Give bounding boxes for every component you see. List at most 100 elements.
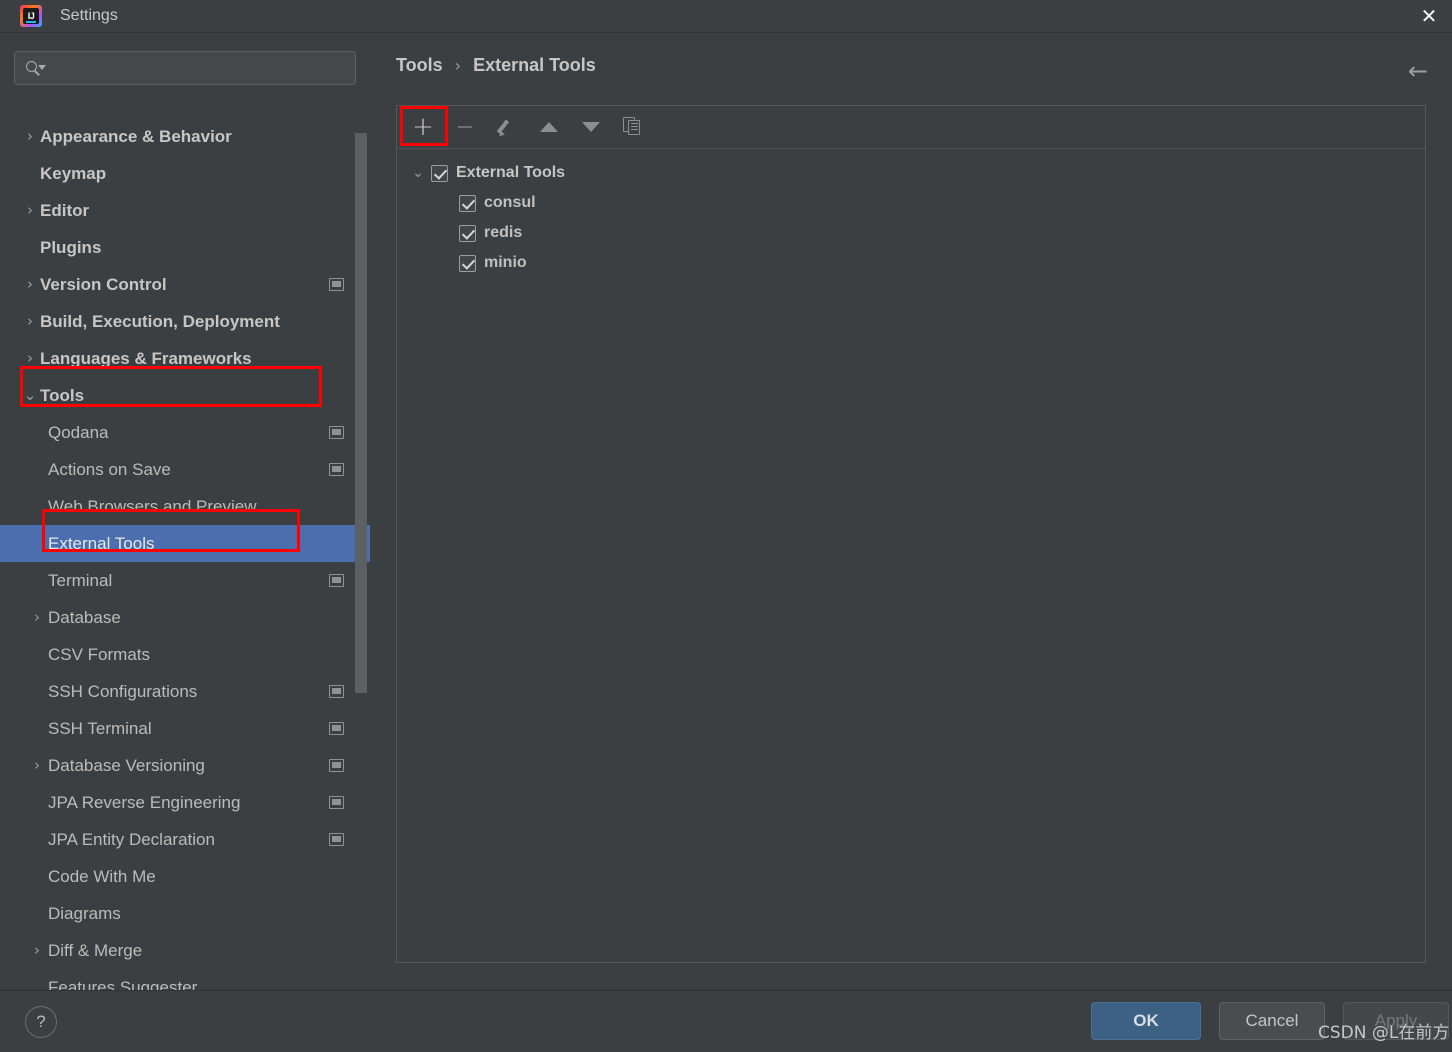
chevron-right-icon[interactable]: › (26, 758, 48, 773)
logo-underbar (26, 21, 36, 23)
sidebar-item-label: SSH Terminal (48, 718, 152, 738)
project-scope-icon (329, 796, 344, 809)
sidebar-item-external-tools[interactable]: External Tools (0, 525, 370, 562)
sidebar-item-appearance-behavior[interactable]: › Appearance & Behavior (0, 118, 370, 155)
dialog-footer: ? OK Cancel Apply (0, 990, 1452, 1052)
sidebar-item-label: Actions on Save (48, 459, 171, 479)
sidebar-item-label: Qodana (48, 422, 109, 442)
tools-tree-root[interactable]: ⌄ External Tools (405, 158, 1425, 188)
sidebar-item-version-control[interactable]: › Version Control (0, 266, 370, 303)
sidebar-item-ssh-configurations[interactable]: SSH Configurations (0, 673, 370, 710)
apply-button[interactable]: Apply (1343, 1002, 1449, 1040)
sidebar-item-database[interactable]: › Database (0, 599, 370, 636)
sidebar-item-editor[interactable]: › Editor (0, 192, 370, 229)
tools-tree-item[interactable]: consul (405, 188, 1425, 218)
sidebar-scrollbar-thumb[interactable] (355, 133, 367, 693)
tool-checkbox[interactable] (459, 224, 476, 242)
tool-label: consul (484, 194, 536, 211)
cancel-button[interactable]: Cancel (1219, 1002, 1325, 1040)
sidebar-item-label: Plugins (40, 237, 102, 257)
chevron-down-icon[interactable]: ⌄ (20, 388, 40, 403)
sidebar-item-label: Code With Me (48, 866, 156, 886)
tools-tree-item[interactable]: redis (405, 218, 1425, 248)
project-scope-icon (329, 278, 344, 291)
sidebar-item-web-browsers-and-preview[interactable]: Web Browsers and Preview (0, 488, 370, 525)
tool-checkbox[interactable] (459, 254, 476, 272)
sidebar-item-label: Diff & Merge (48, 940, 143, 960)
breadcrumb-current: External Tools (473, 55, 596, 75)
sidebar-item-diagrams[interactable]: Diagrams (0, 895, 370, 932)
copy-button[interactable] (615, 111, 651, 143)
tool-label: redis (484, 224, 523, 241)
sidebar-item-plugins[interactable]: Plugins (0, 229, 370, 266)
sidebar-item-code-with-me[interactable]: Code With Me (0, 858, 370, 895)
chevron-right-icon[interactable]: › (20, 129, 40, 144)
project-scope-icon (329, 426, 344, 439)
tools-tree-item[interactable]: minio (405, 248, 1425, 278)
search-area (0, 33, 370, 85)
project-scope-icon (329, 574, 344, 587)
chevron-right-icon[interactable]: › (20, 277, 40, 292)
sidebar-item-tools[interactable]: ⌄ Tools (0, 377, 370, 414)
tools-root-label: External Tools (456, 164, 566, 181)
move-up-button[interactable] (531, 111, 567, 143)
sidebar-item-csv-formats[interactable]: CSV Formats (0, 636, 370, 673)
tool-checkbox[interactable] (459, 194, 476, 212)
project-scope-icon (329, 685, 344, 698)
search-box[interactable] (14, 51, 356, 85)
chevron-right-icon[interactable]: › (26, 610, 48, 625)
chevron-right-icon[interactable]: › (20, 314, 40, 329)
sidebar-item-label: Features Suggester (48, 977, 198, 991)
tools-root-checkbox[interactable] (431, 164, 448, 182)
plus-icon: + (412, 112, 434, 142)
sidebar-item-label: Languages & Frameworks (40, 348, 252, 368)
arrow-up-icon (540, 122, 558, 132)
sidebar-item-label: Build, Execution, Deployment (40, 311, 280, 331)
sidebar-item-jpa-reverse-engineering[interactable]: JPA Reverse Engineering (0, 784, 370, 821)
external-tools-toolbar: + (397, 106, 1425, 149)
sidebar-item-ssh-terminal[interactable]: SSH Terminal (0, 710, 370, 747)
add-button[interactable]: + (405, 111, 441, 143)
minus-icon (458, 126, 472, 128)
sidebar-item-label: SSH Configurations (48, 681, 198, 701)
content-panel: Tools › External Tools ← + ⌄ External To… (370, 33, 1452, 990)
title-bar: IJ Settings ✕ (0, 0, 1452, 33)
close-icon[interactable]: ✕ (1412, 2, 1446, 30)
search-icon (25, 59, 46, 77)
back-arrow-icon[interactable]: ← (1408, 59, 1428, 83)
edit-button[interactable] (489, 111, 525, 143)
remove-button[interactable] (447, 111, 483, 143)
chevron-right-icon[interactable]: › (26, 943, 48, 958)
sidebar-item-terminal[interactable]: Terminal (0, 562, 370, 599)
copy-icon (623, 117, 643, 137)
sidebar-item-languages-frameworks[interactable]: › Languages & Frameworks (0, 340, 370, 377)
settings-dialog: IJ Settings ✕ › Appearance & Behavior Keym… (0, 0, 1452, 1052)
sidebar-item-label: Version Control (40, 274, 167, 294)
move-down-button[interactable] (573, 111, 609, 143)
help-button[interactable]: ? (25, 1006, 57, 1038)
sidebar-item-features-suggester[interactable]: Features Suggester (0, 969, 370, 991)
sidebar-item-diff-merge[interactable]: › Diff & Merge (0, 932, 370, 969)
sidebar-item-keymap[interactable]: Keymap (0, 155, 370, 192)
breadcrumb-parent[interactable]: Tools (396, 55, 443, 76)
sidebar-item-label: External Tools (48, 533, 155, 553)
search-input[interactable] (47, 60, 345, 76)
ok-button[interactable]: OK (1091, 1002, 1201, 1040)
chevron-right-icon[interactable]: › (20, 351, 40, 366)
sidebar-item-label: Tools (40, 385, 85, 405)
chevron-down-icon[interactable]: ⌄ (405, 166, 431, 180)
sidebar-item-jpa-entity-declaration[interactable]: JPA Entity Declaration (0, 821, 370, 858)
sidebar-item-label: Keymap (40, 163, 107, 183)
sidebar-item-label: JPA Reverse Engineering (48, 792, 241, 812)
tool-label: minio (484, 254, 527, 271)
sidebar-item-label: Editor (40, 200, 90, 220)
project-scope-icon (329, 759, 344, 772)
chevron-right-icon[interactable]: › (20, 203, 40, 218)
sidebar-item-qodana[interactable]: Qodana (0, 414, 370, 451)
settings-sidebar: › Appearance & Behavior Keymap › Editor Plugi… (0, 33, 370, 990)
settings-tree: › Appearance & Behavior Keymap › Editor Plugi… (0, 118, 370, 990)
pencil-icon (496, 117, 517, 139)
sidebar-item-actions-on-save[interactable]: Actions on Save (0, 451, 370, 488)
sidebar-item-build-execution-deployment[interactable]: › Build, Execution, Deployment (0, 303, 370, 340)
sidebar-item-database-versioning[interactable]: › Database Versioning (0, 747, 370, 784)
